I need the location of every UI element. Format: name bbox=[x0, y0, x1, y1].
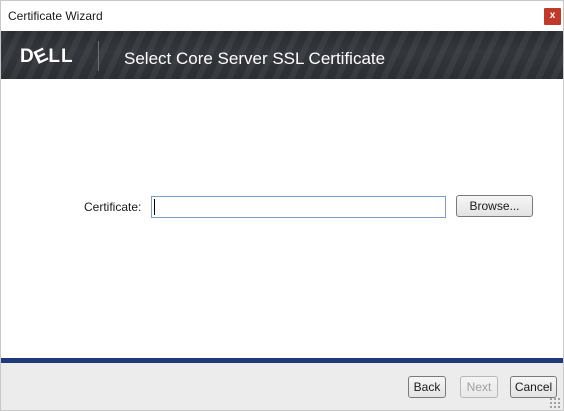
cancel-button[interactable]: Cancel bbox=[510, 376, 557, 398]
resize-grip-icon[interactable] bbox=[549, 397, 561, 409]
window-title: Certificate Wizard bbox=[8, 9, 103, 23]
dell-logo: DELL bbox=[20, 44, 74, 69]
certificate-input[interactable] bbox=[151, 196, 446, 218]
close-button[interactable]: x bbox=[544, 8, 561, 25]
page-title: Select Core Server SSL Certificate bbox=[124, 49, 386, 68]
text-caret bbox=[154, 199, 155, 215]
certificate-label: Certificate: bbox=[84, 200, 142, 214]
back-button[interactable]: Back bbox=[408, 376, 446, 398]
certificate-wizard-window: Certificate Wizard x DELL Select Core Se… bbox=[0, 0, 564, 411]
banner-divider bbox=[98, 41, 99, 71]
next-button[interactable]: Next bbox=[460, 376, 498, 398]
title-bar: Certificate Wizard x bbox=[1, 1, 563, 31]
browse-button[interactable]: Browse... bbox=[456, 195, 533, 217]
header-banner: DELL Select Core Server SSL Certificate bbox=[1, 31, 563, 79]
